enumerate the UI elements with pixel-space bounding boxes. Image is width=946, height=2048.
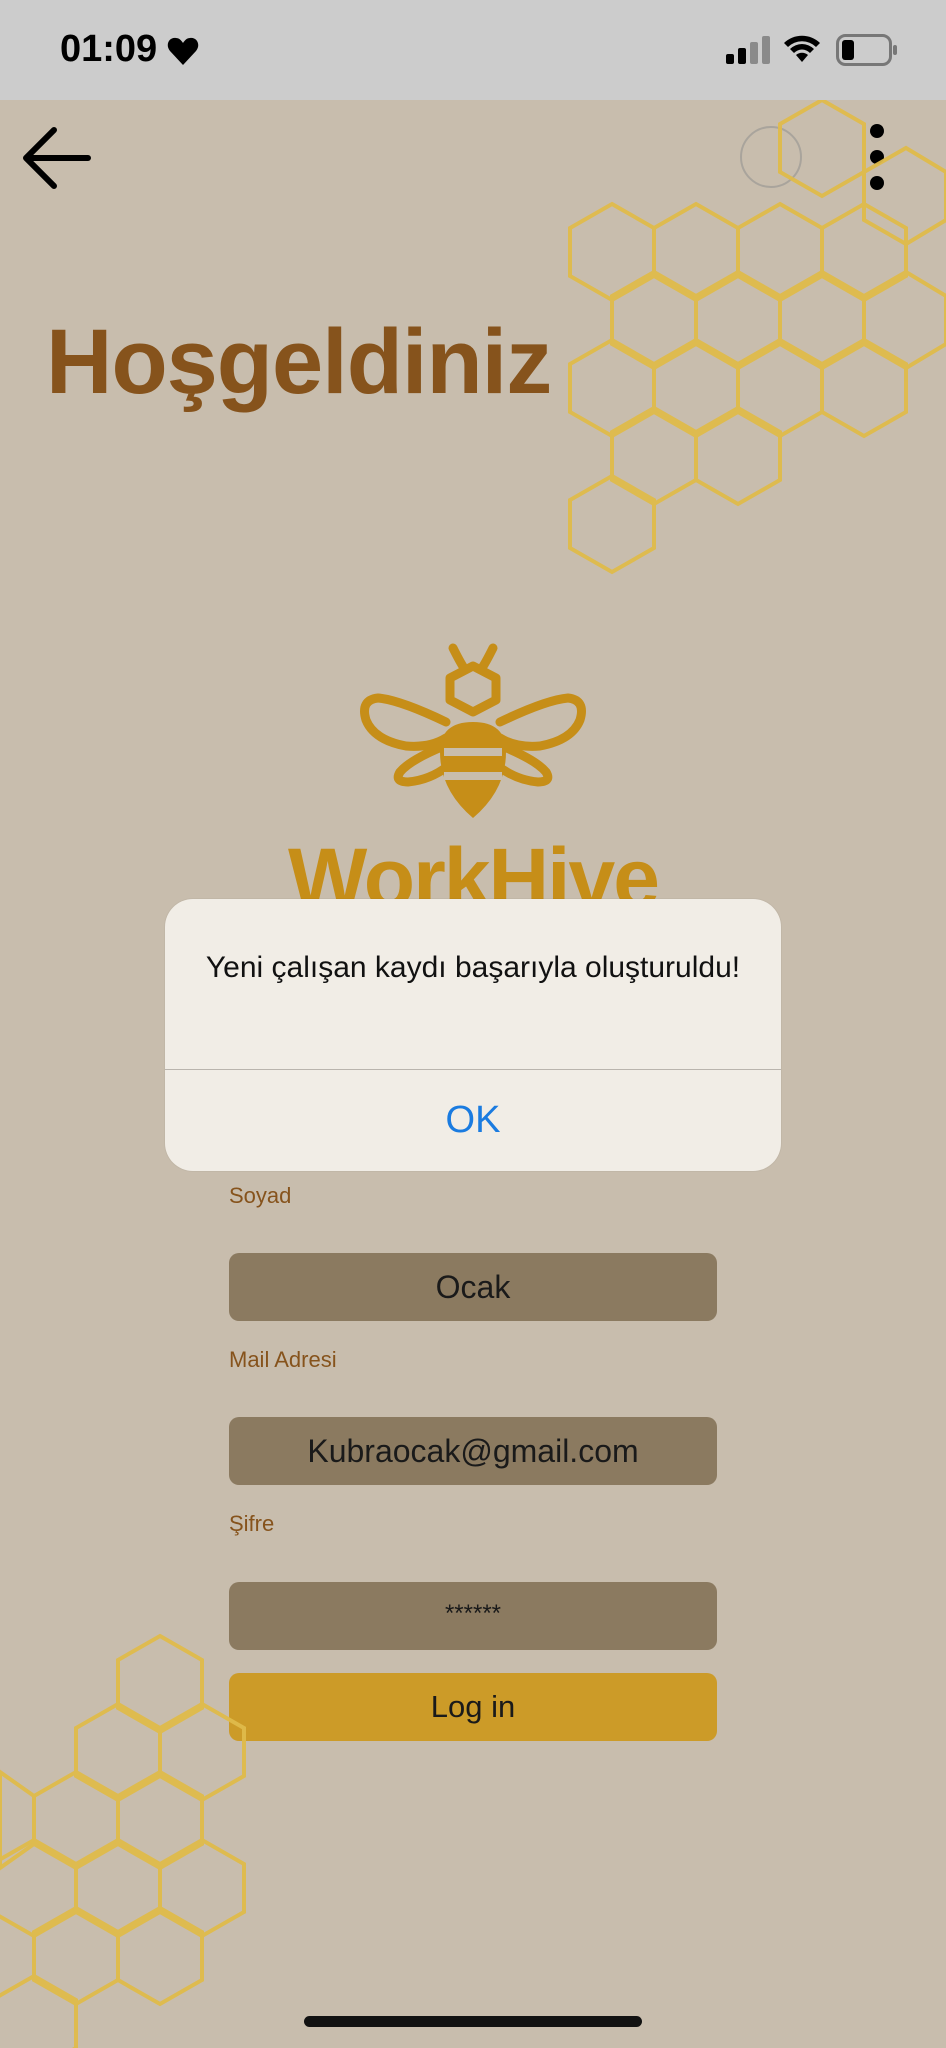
password-field[interactable]: ****** xyxy=(229,1582,717,1650)
email-label: Mail Adresi xyxy=(229,1347,337,1372)
heart-icon xyxy=(167,37,199,65)
bee-icon xyxy=(360,643,586,818)
login-button[interactable]: Log in xyxy=(229,1673,717,1741)
back-button[interactable] xyxy=(18,120,118,200)
alert-ok-button[interactable]: OK xyxy=(165,1070,781,1171)
honeycomb-decoration-bottom xyxy=(0,1633,246,2048)
cellular-signal-icon xyxy=(726,36,770,64)
email-field[interactable]: Kubraocak@gmail.com xyxy=(229,1417,717,1485)
battery-icon xyxy=(836,34,897,66)
password-label: Şifre xyxy=(229,1511,275,1536)
surname-field[interactable]: Ocak xyxy=(229,1253,717,1321)
arrow-left-icon xyxy=(23,127,91,189)
status-time: 01:09 xyxy=(60,28,158,70)
status-bar: 01:09 xyxy=(0,0,946,100)
wifi-icon xyxy=(784,35,820,62)
surname-label: Soyad xyxy=(229,1183,292,1208)
home-indicator[interactable] xyxy=(304,2016,642,2027)
honeycomb-decoration-top xyxy=(568,100,946,575)
welcome-title: Hoşgeldiniz xyxy=(46,311,552,413)
alert-dialog: Yeni çalışan kaydı başarıyla oluşturuldu… xyxy=(165,899,781,1171)
alert-message: Yeni çalışan kaydı başarıyla oluşturuldu… xyxy=(205,951,741,984)
